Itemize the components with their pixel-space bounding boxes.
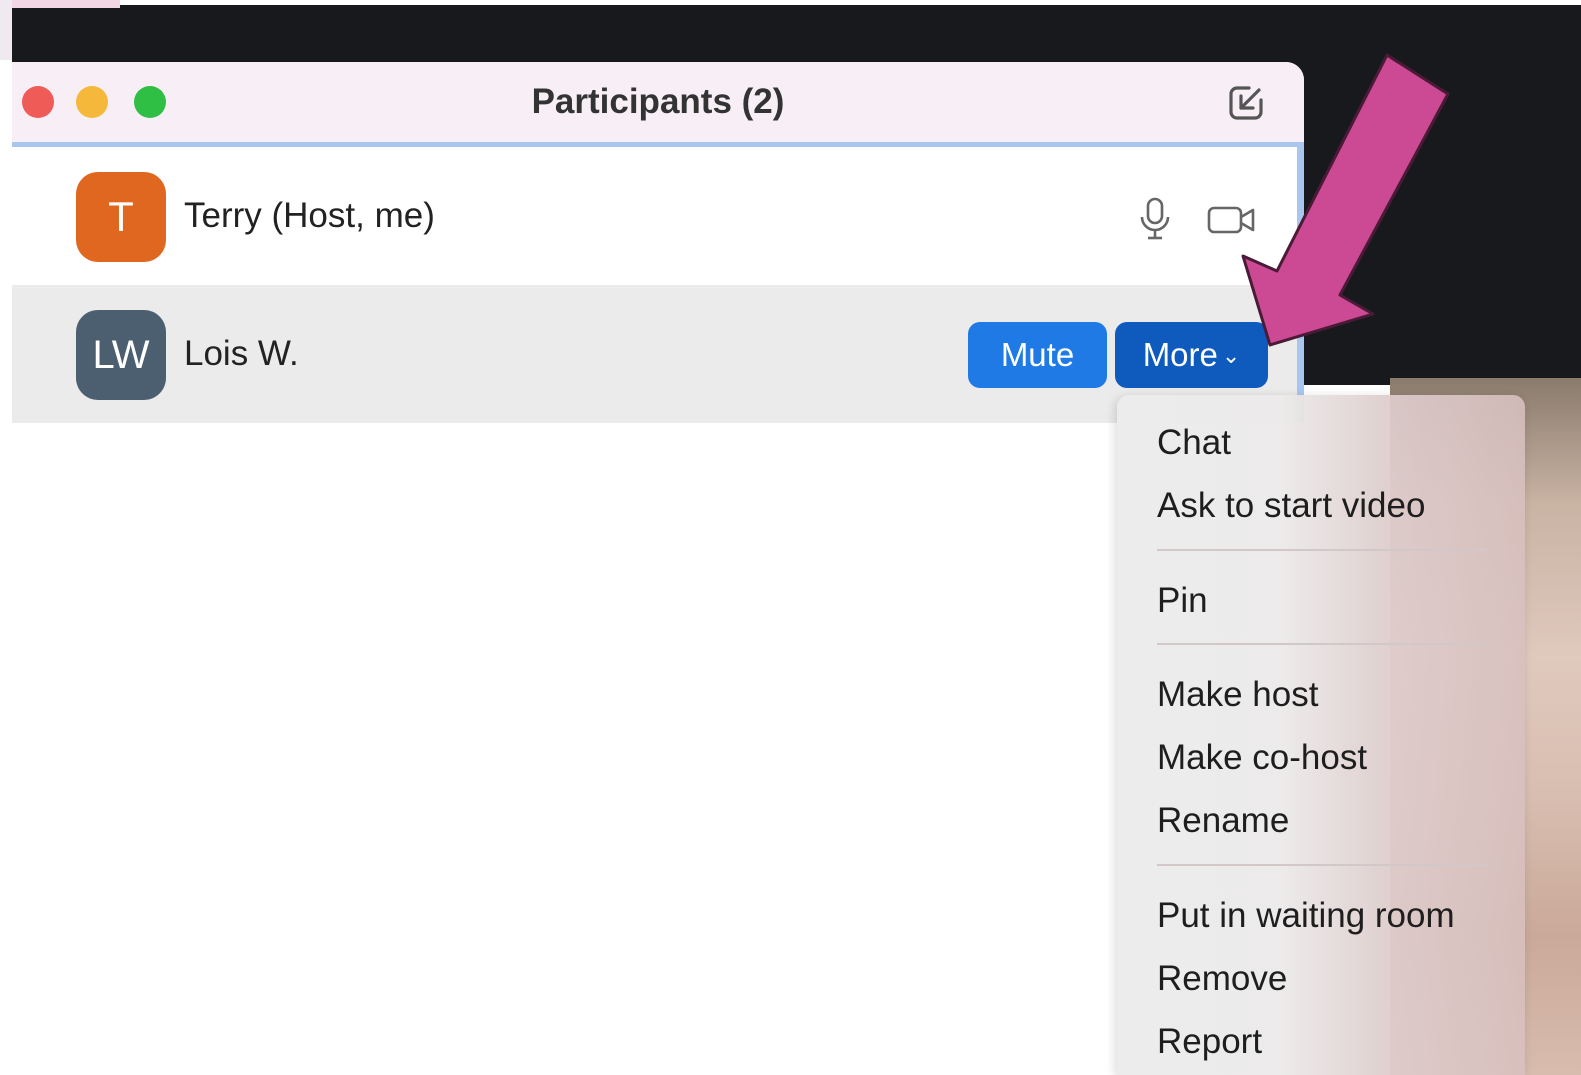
avatar: LW (76, 310, 166, 400)
avatar: T (76, 172, 166, 262)
participant-name: Terry (Host, me) (184, 196, 435, 235)
participant-name: Lois W. (184, 334, 299, 373)
more-menu: Chat Ask to start video Pin Make host Ma… (1117, 395, 1525, 1075)
decorative-strip (0, 0, 120, 8)
participant-row-terry[interactable]: T Terry (Host, me) (12, 147, 1297, 285)
decorative-strip-side (0, 0, 12, 60)
menu-separator (1157, 643, 1487, 645)
menu-item-remove[interactable]: Remove (1157, 959, 1287, 999)
menu-item-make-host[interactable]: Make host (1157, 675, 1318, 715)
menu-item-report[interactable]: Report (1157, 1022, 1262, 1062)
title-bar: Participants (2) (12, 62, 1304, 147)
chevron-down-icon: ⌄ (1221, 343, 1241, 368)
microphone-icon[interactable] (1137, 197, 1173, 241)
mute-button[interactable]: Mute (968, 322, 1107, 388)
window-title: Participants (2) (531, 82, 785, 121)
video-camera-icon[interactable] (1207, 204, 1257, 236)
pop-in-icon[interactable] (1227, 82, 1267, 122)
window-edge-highlight (1297, 147, 1304, 423)
menu-item-make-co-host[interactable]: Make co-host (1157, 738, 1367, 778)
menu-item-put-in-waiting-room[interactable]: Put in waiting room (1157, 896, 1455, 936)
more-button[interactable]: More ⌄ (1115, 322, 1268, 388)
participants-window: Participants (2) T Terry (Host, me) LW L… (12, 62, 1304, 1075)
more-button-label: More (1142, 336, 1218, 373)
menu-item-chat[interactable]: Chat (1157, 423, 1231, 463)
menu-item-ask-to-start-video[interactable]: Ask to start video (1157, 486, 1425, 526)
menu-separator (1157, 549, 1487, 551)
menu-item-rename[interactable]: Rename (1157, 801, 1289, 841)
menu-separator (1157, 864, 1487, 866)
menu-item-pin[interactable]: Pin (1157, 581, 1208, 621)
participant-row-lois[interactable]: LW Lois W. Mute More ⌄ (12, 285, 1297, 423)
